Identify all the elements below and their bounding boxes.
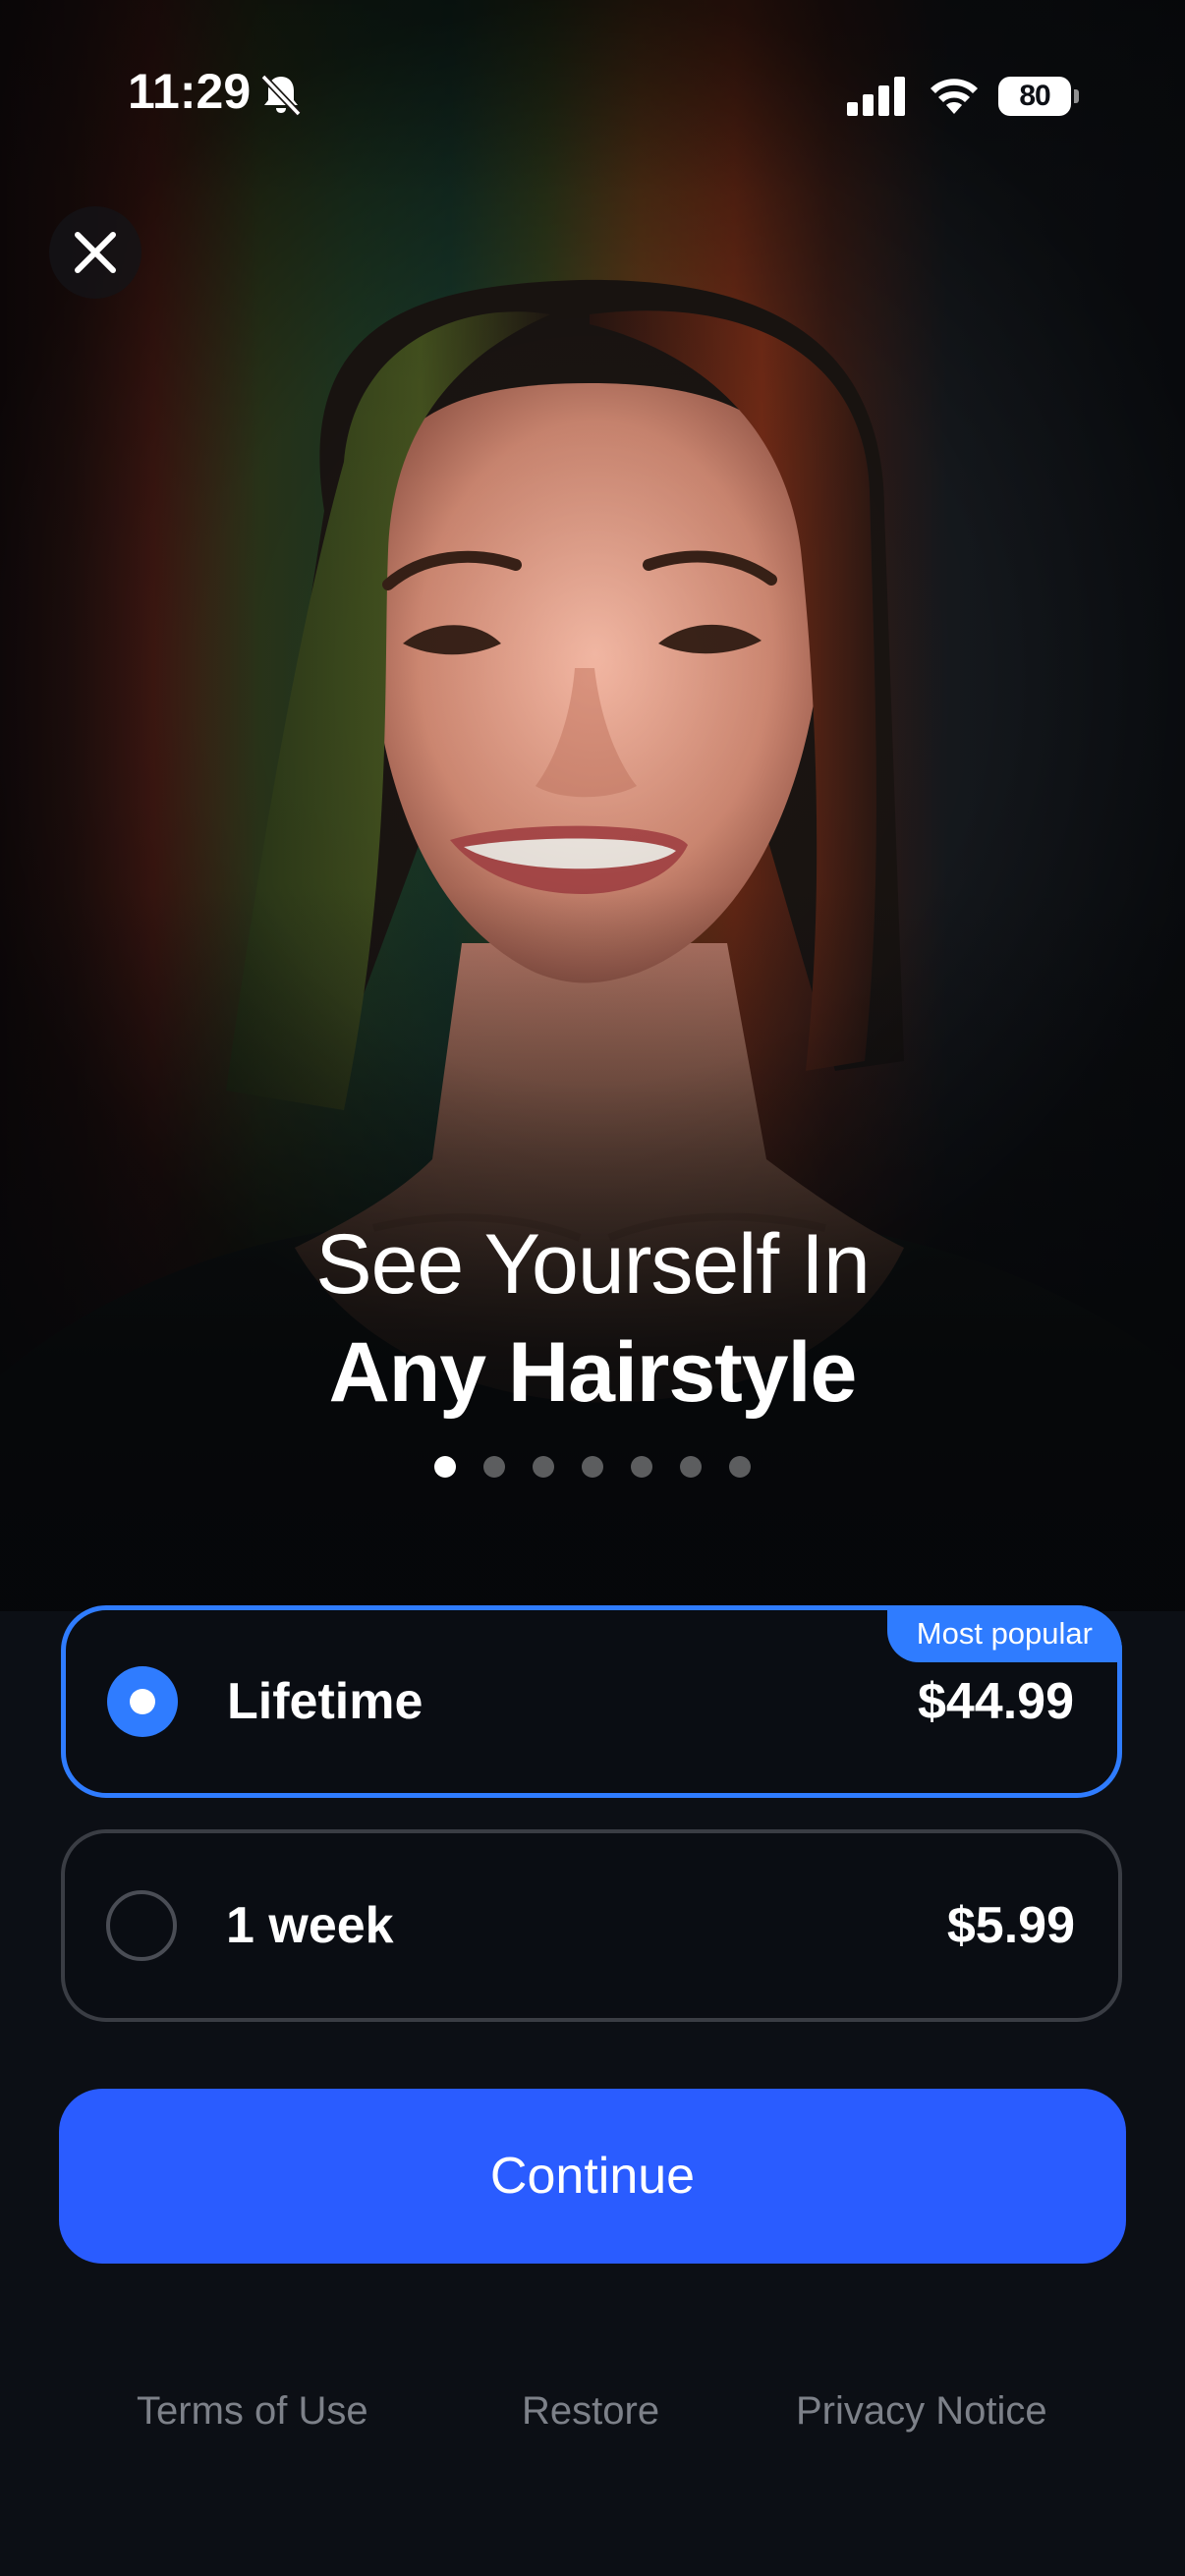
most-popular-badge: Most popular [886, 1605, 1122, 1662]
plan-price: $5.99 [946, 1897, 1075, 1954]
plan-price: $44.99 [917, 1673, 1074, 1730]
radio-unselected[interactable] [106, 1890, 177, 1961]
headline-line-1: See Yourself In [315, 1217, 871, 1312]
battery-level: 80 [998, 77, 1071, 116]
close-button[interactable] [49, 206, 141, 299]
footer-links: Terms of Use Restore Privacy Notice [0, 2381, 1185, 2440]
terms-of-use-link[interactable]: Terms of Use [137, 2381, 368, 2440]
close-icon [75, 232, 116, 273]
plan-name: Lifetime [227, 1673, 423, 1730]
status-bar: 11:29 80 [0, 0, 1185, 196]
plan-option-lifetime[interactable]: Most popular Lifetime $44.99 [61, 1605, 1122, 1798]
paywall-screen: 11:29 80 See Yourself In Any Hairstyle M… [0, 0, 1185, 2576]
continue-button[interactable]: Continue [59, 2089, 1126, 2264]
page-dot[interactable] [582, 1456, 603, 1478]
battery-tip [1074, 89, 1079, 103]
plan-name: 1 week [226, 1897, 394, 1954]
page-indicator [0, 1456, 1185, 1480]
radio-selected[interactable] [107, 1666, 178, 1737]
page-dot[interactable] [434, 1456, 456, 1478]
wifi-icon [931, 79, 978, 114]
page-dot[interactable] [533, 1456, 554, 1478]
headline-line-2: Any Hairstyle [328, 1325, 858, 1420]
battery-charging-icon: 80 [998, 77, 1079, 116]
page-dot[interactable] [729, 1456, 751, 1478]
status-time: 11:29 [128, 64, 252, 119]
privacy-notice-link[interactable]: Privacy Notice [796, 2381, 1047, 2440]
page-dot[interactable] [483, 1456, 505, 1478]
page-dot[interactable] [631, 1456, 652, 1478]
bell-slash-icon [260, 74, 302, 117]
restore-link[interactable]: Restore [522, 2381, 659, 2440]
plan-option-weekly[interactable]: 1 week $5.99 [61, 1829, 1122, 2022]
page-dot[interactable] [680, 1456, 702, 1478]
headline: See Yourself In Any Hairstyle [0, 1210, 1185, 1427]
cellular-signal-icon [847, 77, 905, 116]
